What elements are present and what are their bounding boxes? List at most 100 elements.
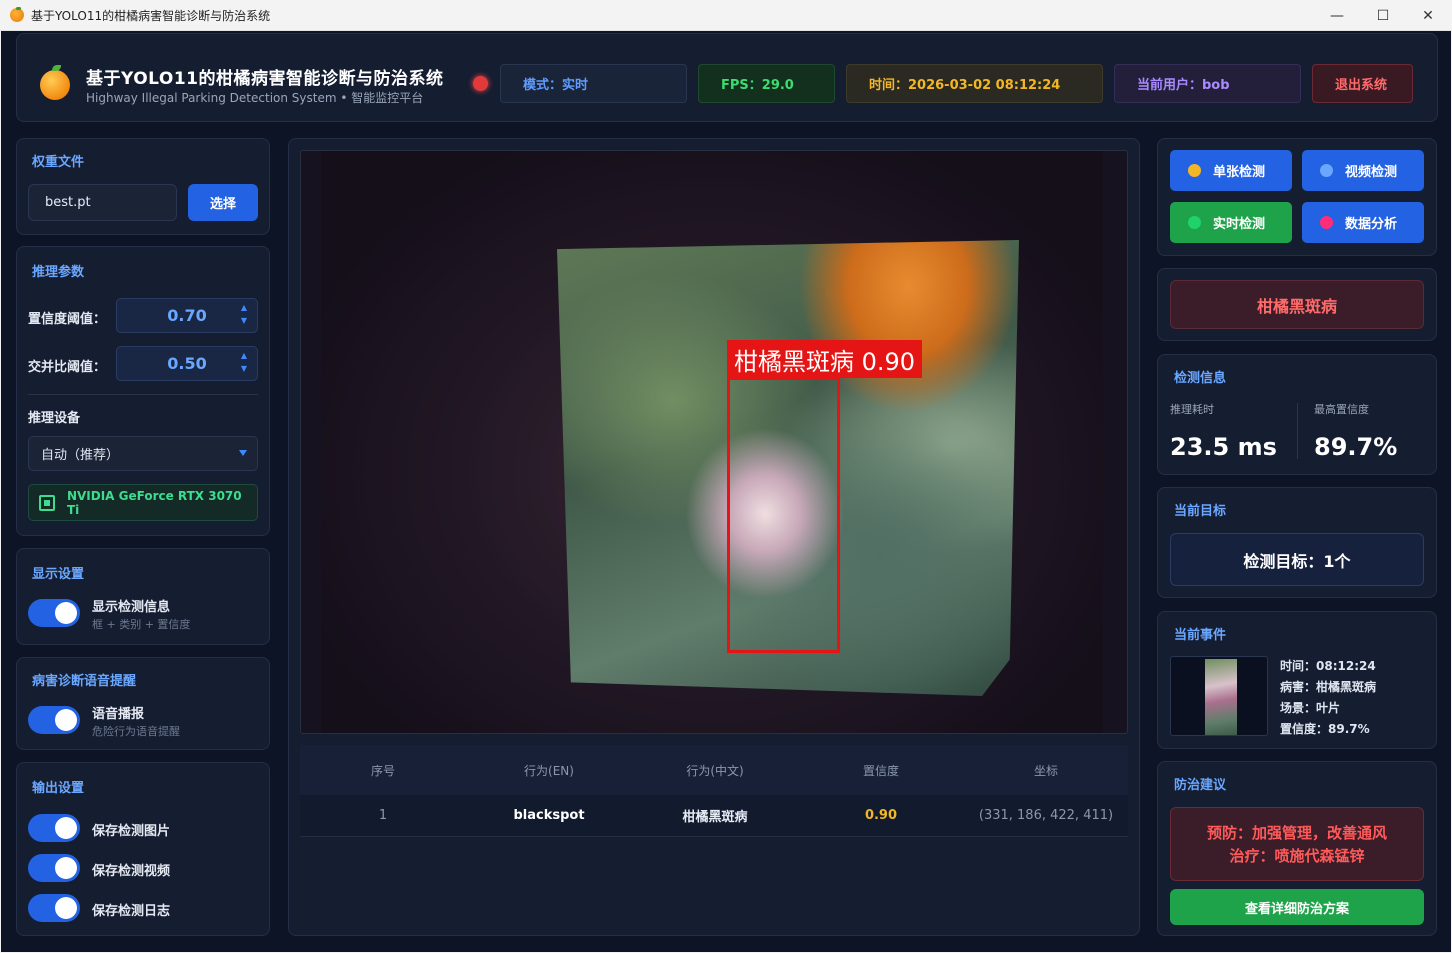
gpu-name: NVIDIA GeForce RTX 3070 Ti bbox=[66, 488, 242, 517]
detect-info-title: 检测信息 bbox=[1174, 371, 1227, 386]
inference-title: 推理参数 bbox=[32, 265, 85, 280]
col-confidence: 置信度 bbox=[862, 763, 899, 778]
voice-label: 语音播报 bbox=[92, 707, 145, 722]
disease-result: 柑橘黑斑病 bbox=[1170, 280, 1424, 329]
chevron-down-icon bbox=[239, 450, 247, 456]
single-detect-label: 单张检测 bbox=[1213, 165, 1266, 180]
exit-button[interactable]: 退出系统 bbox=[1312, 64, 1413, 103]
voice-toggle[interactable] bbox=[28, 706, 80, 734]
device-select[interactable]: 自动（推荐） bbox=[28, 436, 258, 471]
advice-prevent: 预防：加强管理，改善通风 bbox=[1206, 824, 1387, 842]
show-detection-sublabel: 框 + 类别 + 置信度 bbox=[92, 618, 191, 631]
single-dot-icon bbox=[1188, 164, 1201, 177]
max-conf-label: 最高置信度 bbox=[1314, 403, 1369, 416]
spin-up-icon[interactable]: ▲ bbox=[241, 351, 247, 361]
app-orange-icon bbox=[10, 7, 24, 22]
advice-treat: 治疗：喷施代森锰锌 bbox=[1229, 847, 1365, 865]
results-table: 序号 行为(EN) 行为(中文) 置信度 坐标 1 blackspot 柑橘黑斑… bbox=[300, 745, 1128, 837]
event-time: 时间：08:12:24 bbox=[1280, 659, 1376, 673]
col-behavior-cn: 行为(中文) bbox=[686, 763, 744, 778]
weights-title: 权重文件 bbox=[32, 155, 85, 170]
orange-logo-icon bbox=[40, 65, 70, 100]
save-video-label: 保存检测视频 bbox=[92, 864, 171, 879]
device-label: 推理设备 bbox=[28, 411, 81, 426]
col-coordinates: 坐标 bbox=[1033, 763, 1058, 778]
conf-threshold-spinbox[interactable]: 0.70 ▲ ▼ bbox=[116, 298, 258, 333]
show-detection-label: 显示检测信息 bbox=[92, 600, 171, 615]
fps-chip: FPS：29.0 bbox=[698, 64, 835, 103]
realtime-detect-label: 实时检测 bbox=[1213, 217, 1266, 232]
target-count: 检测目标：1个 bbox=[1170, 533, 1424, 586]
data-analysis-label: 数据分析 bbox=[1345, 217, 1398, 232]
cell-coordinates: (331, 186, 422, 411) bbox=[978, 808, 1114, 823]
video-detect-label: 视频检测 bbox=[1345, 165, 1398, 180]
spin-up-icon[interactable]: ▲ bbox=[241, 303, 247, 313]
iou-threshold-label: 交并比阈值： bbox=[28, 360, 107, 375]
voice-title: 病害诊断语音提醒 bbox=[32, 674, 137, 689]
cell-confidence: 0.90 bbox=[864, 808, 898, 823]
metric-divider bbox=[1297, 403, 1298, 459]
close-window-button[interactable]: ✕ bbox=[1405, 0, 1451, 31]
video-detect-button[interactable]: 视频检测 bbox=[1302, 150, 1424, 191]
realtime-detect-button[interactable]: 实时检测 bbox=[1170, 202, 1292, 243]
spin-down-icon[interactable]: ▼ bbox=[241, 364, 247, 374]
app-subtitle: Highway Illegal Parking Detection System… bbox=[86, 91, 424, 105]
infer-time-value: 23.5 ms bbox=[1170, 433, 1277, 461]
advice-box: 预防：加强管理，改善通风 治疗：喷施代森锰锌 bbox=[1170, 807, 1424, 881]
iou-threshold-spinbox[interactable]: 0.50 ▲ ▼ bbox=[116, 346, 258, 381]
save-log-toggle[interactable] bbox=[28, 894, 80, 922]
video-dot-icon bbox=[1320, 164, 1333, 177]
window-titlebar: 基于YOLO11的柑橘病害智能诊断与防治系统 bbox=[0, 0, 1452, 31]
video-display: 柑橘黑斑病 0.90 bbox=[300, 150, 1128, 734]
data-analysis-button[interactable]: 数据分析 bbox=[1302, 202, 1424, 243]
device-select-value: 自动（推荐） bbox=[41, 448, 120, 463]
minimize-button[interactable]: — bbox=[1314, 0, 1360, 31]
current-event-title: 当前事件 bbox=[1174, 628, 1227, 643]
voice-sublabel: 危险行为语音提醒 bbox=[92, 725, 180, 738]
detection-bounding-box bbox=[727, 377, 840, 653]
detection-label: 柑橘黑斑病 0.90 bbox=[727, 340, 923, 378]
weights-file-input[interactable]: best.pt bbox=[28, 184, 177, 221]
event-scene: 场景：叶片 bbox=[1280, 701, 1341, 715]
save-video-toggle[interactable] bbox=[28, 854, 80, 882]
conf-threshold-value: 0.70 bbox=[167, 306, 207, 325]
event-disease: 病害：柑橘黑斑病 bbox=[1280, 680, 1377, 694]
event-thumbnail-image bbox=[1205, 659, 1237, 735]
mode-chip: 模式：实时 bbox=[500, 64, 687, 103]
app-title: 基于YOLO11的柑橘病害智能诊断与防治系统 bbox=[86, 69, 444, 89]
time-chip: 时间：2026-03-02 08:12:24 bbox=[846, 64, 1103, 103]
realtime-dot-icon bbox=[1188, 216, 1201, 229]
user-chip: 当前用户：bob bbox=[1114, 64, 1301, 103]
save-image-toggle[interactable] bbox=[28, 814, 80, 842]
max-conf-value: 89.7% bbox=[1314, 433, 1398, 461]
save-log-label: 保存检测日志 bbox=[92, 904, 171, 919]
table-header: 序号 行为(EN) 行为(中文) 置信度 坐标 bbox=[300, 745, 1128, 795]
event-confidence: 置信度：89.7% bbox=[1280, 722, 1370, 736]
spin-down-icon[interactable]: ▼ bbox=[241, 316, 247, 326]
table-row[interactable]: 1 blackspot 柑橘黑斑病 0.90 (331, 186, 422, 4… bbox=[300, 795, 1128, 837]
analysis-dot-icon bbox=[1320, 216, 1333, 229]
event-thumbnail[interactable] bbox=[1170, 656, 1268, 736]
output-title: 输出设置 bbox=[32, 781, 85, 796]
single-detect-button[interactable]: 单张检测 bbox=[1170, 150, 1292, 191]
advice-title: 防治建议 bbox=[1174, 778, 1227, 793]
iou-threshold-value: 0.50 bbox=[167, 354, 207, 373]
view-plan-button[interactable]: 查看详细防治方案 bbox=[1170, 889, 1424, 925]
conf-threshold-label: 置信度阈值： bbox=[28, 312, 107, 327]
cell-behavior-en: blackspot bbox=[513, 808, 585, 823]
gpu-badge: NVIDIA GeForce RTX 3070 Ti bbox=[28, 484, 258, 521]
cpu-chip-icon bbox=[39, 494, 55, 511]
recording-indicator-icon bbox=[473, 76, 488, 91]
divider bbox=[28, 394, 258, 395]
current-target-title: 当前目标 bbox=[1174, 504, 1227, 519]
select-weights-button[interactable]: 选择 bbox=[188, 184, 258, 221]
display-title: 显示设置 bbox=[32, 567, 85, 582]
infer-time-label: 推理耗时 bbox=[1170, 403, 1214, 416]
cell-behavior-cn: 柑橘黑斑病 bbox=[682, 810, 748, 825]
cell-index: 1 bbox=[378, 808, 388, 823]
col-index: 序号 bbox=[370, 763, 395, 778]
col-behavior-en: 行为(EN) bbox=[524, 763, 574, 778]
show-detection-toggle[interactable] bbox=[28, 599, 80, 627]
save-image-label: 保存检测图片 bbox=[92, 824, 171, 839]
maximize-button[interactable]: ☐ bbox=[1360, 0, 1406, 31]
